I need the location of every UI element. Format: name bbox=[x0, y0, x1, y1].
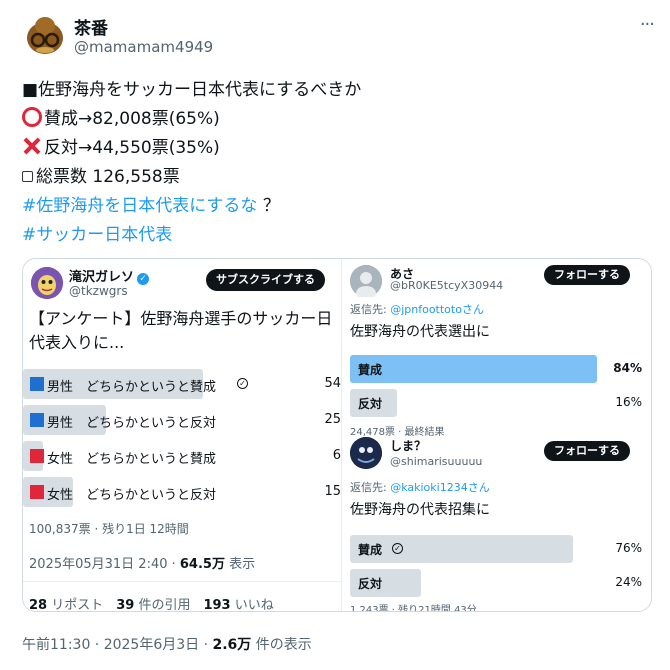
poll1-reply-handle: @jpnfoottotoさん bbox=[390, 303, 484, 316]
left-poll-option-pct: 15 bbox=[324, 484, 341, 499]
tweet-views-count: 2.6万 bbox=[212, 637, 252, 653]
poll2-reply-handle: @kakioki1234さん bbox=[390, 481, 490, 494]
tweet-line-total: 総票数 126,558票 bbox=[22, 163, 361, 192]
right-poll-1-option: 反対 16% bbox=[350, 389, 644, 417]
tweet-header: 茶番 @mamamam4949 ··· bbox=[22, 10, 656, 60]
hashtag-suffix: ？ bbox=[257, 196, 280, 216]
left-poll-handle: @tkzwgrs bbox=[69, 284, 128, 298]
poll-option-pct: 16% bbox=[615, 395, 642, 409]
poll1-reply-prefix: 返信先: bbox=[350, 303, 391, 316]
left-poll-option-label: 男性 どちらかというと賛成 bbox=[47, 380, 217, 395]
poll2-author-name: しま？ bbox=[390, 439, 427, 453]
poll1-avatar bbox=[350, 265, 382, 300]
tweet-line-hashtag2: #サッカー日本代表 bbox=[22, 221, 361, 250]
quotes-label: 件の引用 bbox=[134, 598, 204, 612]
author-avatar[interactable] bbox=[22, 12, 68, 58]
verified-badge-icon: ✓ bbox=[137, 273, 150, 285]
reposts-count: 28 bbox=[29, 598, 48, 612]
gender-square-icon bbox=[30, 377, 44, 391]
left-poll-option: 女性 どちらかというと賛成 6 bbox=[23, 441, 341, 471]
poll1-author-handle: @bR0KE5tcyX30944 bbox=[390, 279, 504, 292]
poll2-reply-to: 返信先: @kakioki1234さん bbox=[350, 479, 490, 495]
reposts-label: リポスト bbox=[47, 598, 117, 612]
poll-option-bar bbox=[350, 355, 597, 383]
tweet-line-hashtag1: #佐野海舟を日本代表にするな ？ bbox=[22, 192, 361, 221]
left-poll-views-suffix: 表示 bbox=[224, 557, 256, 572]
poll-option-label: 賛成 bbox=[358, 363, 383, 377]
gender-square-icon bbox=[30, 413, 44, 427]
likes-label: いいね bbox=[230, 598, 274, 612]
subscribe-button: サブスクライブする bbox=[206, 269, 325, 291]
quotes-count: 39 bbox=[116, 598, 135, 612]
right-polls-screenshot: あさ @bR0KE5tcyX30944 フォローする 返信先: @jpnfoot… bbox=[341, 259, 651, 612]
ballot-box-icon bbox=[22, 171, 33, 182]
left-poll-meta: 100,837票 · 残り1日 12時間 bbox=[29, 522, 189, 536]
left-poll-author-name: 滝沢ガレソ bbox=[69, 270, 135, 285]
left-poll-date-text: 2025年05月31日 2:40 · bbox=[29, 557, 180, 572]
left-poll-date: 2025年05月31日 2:40 · 64.5万 表示 bbox=[29, 553, 255, 572]
poll-option-pct: 24% bbox=[615, 575, 642, 589]
left-poll-option: 女性 どちらかというと反対 15 bbox=[23, 477, 341, 507]
poll2-reply-prefix: 返信先: bbox=[350, 481, 391, 494]
gender-square-icon bbox=[30, 485, 44, 499]
right-poll-2-option: 賛成 ✓ 76% bbox=[350, 535, 644, 563]
left-poll-option: 男性 どちらかというと反対 25 bbox=[23, 405, 341, 435]
gender-square-icon bbox=[30, 449, 44, 463]
poll2-avatar bbox=[350, 437, 382, 469]
left-poll-views: 64.5万 bbox=[179, 557, 225, 572]
author-handle[interactable]: @mamamam4949 bbox=[74, 38, 213, 56]
tweet-timestamp[interactable]: 午前11:30 · 2025年6月3日 · bbox=[22, 637, 213, 653]
left-poll-title: 【アンケート】佐野海舟選手のサッカー日代表入りに... bbox=[29, 309, 333, 352]
poll-option-label: 反対 bbox=[358, 397, 383, 411]
left-poll-avatar bbox=[31, 267, 63, 299]
tweet-line-title: ■佐野海舟をサッカー日本代表にするべきか bbox=[22, 80, 362, 100]
left-poll-option-label: 女性 どちらかというと賛成 bbox=[47, 452, 217, 467]
left-poll-screenshot: 滝沢ガレソ ✓ @tkzwgrs サブスクライブする 【アンケート】佐野海舟選手の… bbox=[23, 259, 341, 612]
left-poll-option: 男性 どちらかというと賛成 ✓ 54 bbox=[23, 369, 341, 399]
left-poll-author: 滝沢ガレソ ✓ bbox=[69, 266, 150, 285]
poll2-question: 佐野海舟の代表招集に bbox=[350, 502, 490, 518]
left-poll-option-pct: 54 bbox=[324, 376, 341, 391]
left-poll-option-pct: 6 bbox=[332, 448, 341, 463]
hashtag-link-2[interactable]: #サッカー日本代表 bbox=[22, 225, 172, 245]
poll2-author-handle: @shimarisuuuuu bbox=[390, 455, 483, 468]
red-circle-icon bbox=[22, 107, 42, 127]
red-cross-icon bbox=[22, 136, 42, 156]
more-options-icon[interactable]: ··· bbox=[640, 14, 655, 35]
poll1-reply-to: 返信先: @jpnfoottotoさん bbox=[350, 301, 484, 317]
yes-count-text: 賛成→82,008票(65%) bbox=[44, 109, 220, 129]
poll-option-pct: 76% bbox=[615, 541, 642, 555]
left-poll-option-pct: 25 bbox=[324, 412, 341, 427]
tweet-views-label: 件の表示 bbox=[251, 637, 312, 653]
tweet-line-yes: 賛成→82,008票(65%) bbox=[22, 105, 361, 134]
poll-option-label: 反対 bbox=[358, 577, 383, 591]
tweet-text: ■佐野海舟をサッカー日本代表にするべきか 賛成→82,008票(65%) 反対→… bbox=[22, 76, 361, 250]
left-poll-stats: 28 リポスト 39 件の引用 193 いいね bbox=[29, 594, 274, 612]
poll1-follow-button: フォローする bbox=[544, 265, 630, 285]
author-name[interactable]: 茶番 bbox=[74, 14, 108, 39]
attached-image[interactable]: 滝沢ガレソ ✓ @tkzwgrs サブスクライブする 【アンケート】佐野海舟選手の… bbox=[22, 258, 652, 612]
poll-option-bar bbox=[350, 535, 573, 563]
poll1-question: 佐野海舟の代表選出に bbox=[350, 324, 490, 340]
poll2-follow-button: フォローする bbox=[544, 441, 630, 461]
divider bbox=[23, 581, 341, 582]
no-count-text: 反対→44,550票(35%) bbox=[44, 138, 220, 158]
right-poll-2-option: 反対 24% bbox=[350, 569, 644, 597]
total-count-text: 総票数 126,558票 bbox=[36, 167, 180, 187]
likes-count: 193 bbox=[203, 598, 231, 612]
tweet-line-no: 反対→44,550票(35%) bbox=[22, 134, 361, 163]
poll2-meta: 1,243票 · 残り21時間 43分 bbox=[350, 605, 477, 612]
voted-check-icon: ✓ bbox=[237, 378, 248, 389]
poll-option-label: 賛成 bbox=[358, 543, 383, 557]
left-poll-option-label: 男性 どちらかというと反対 bbox=[47, 416, 217, 431]
tweet-footer: 午前11:30 · 2025年6月3日 · 2.6万 件の表示 bbox=[22, 634, 312, 654]
hashtag-link-1[interactable]: #佐野海舟を日本代表にするな bbox=[22, 196, 257, 216]
left-poll-option-label: 女性 どちらかというと反対 bbox=[47, 488, 217, 503]
poll-option-pct: 84% bbox=[613, 361, 642, 375]
poll1-meta: 24,478票 · 最終結果 bbox=[350, 427, 445, 438]
voted-check-icon: ✓ bbox=[392, 543, 403, 554]
right-poll-1-option: 賛成 84% bbox=[350, 355, 644, 383]
